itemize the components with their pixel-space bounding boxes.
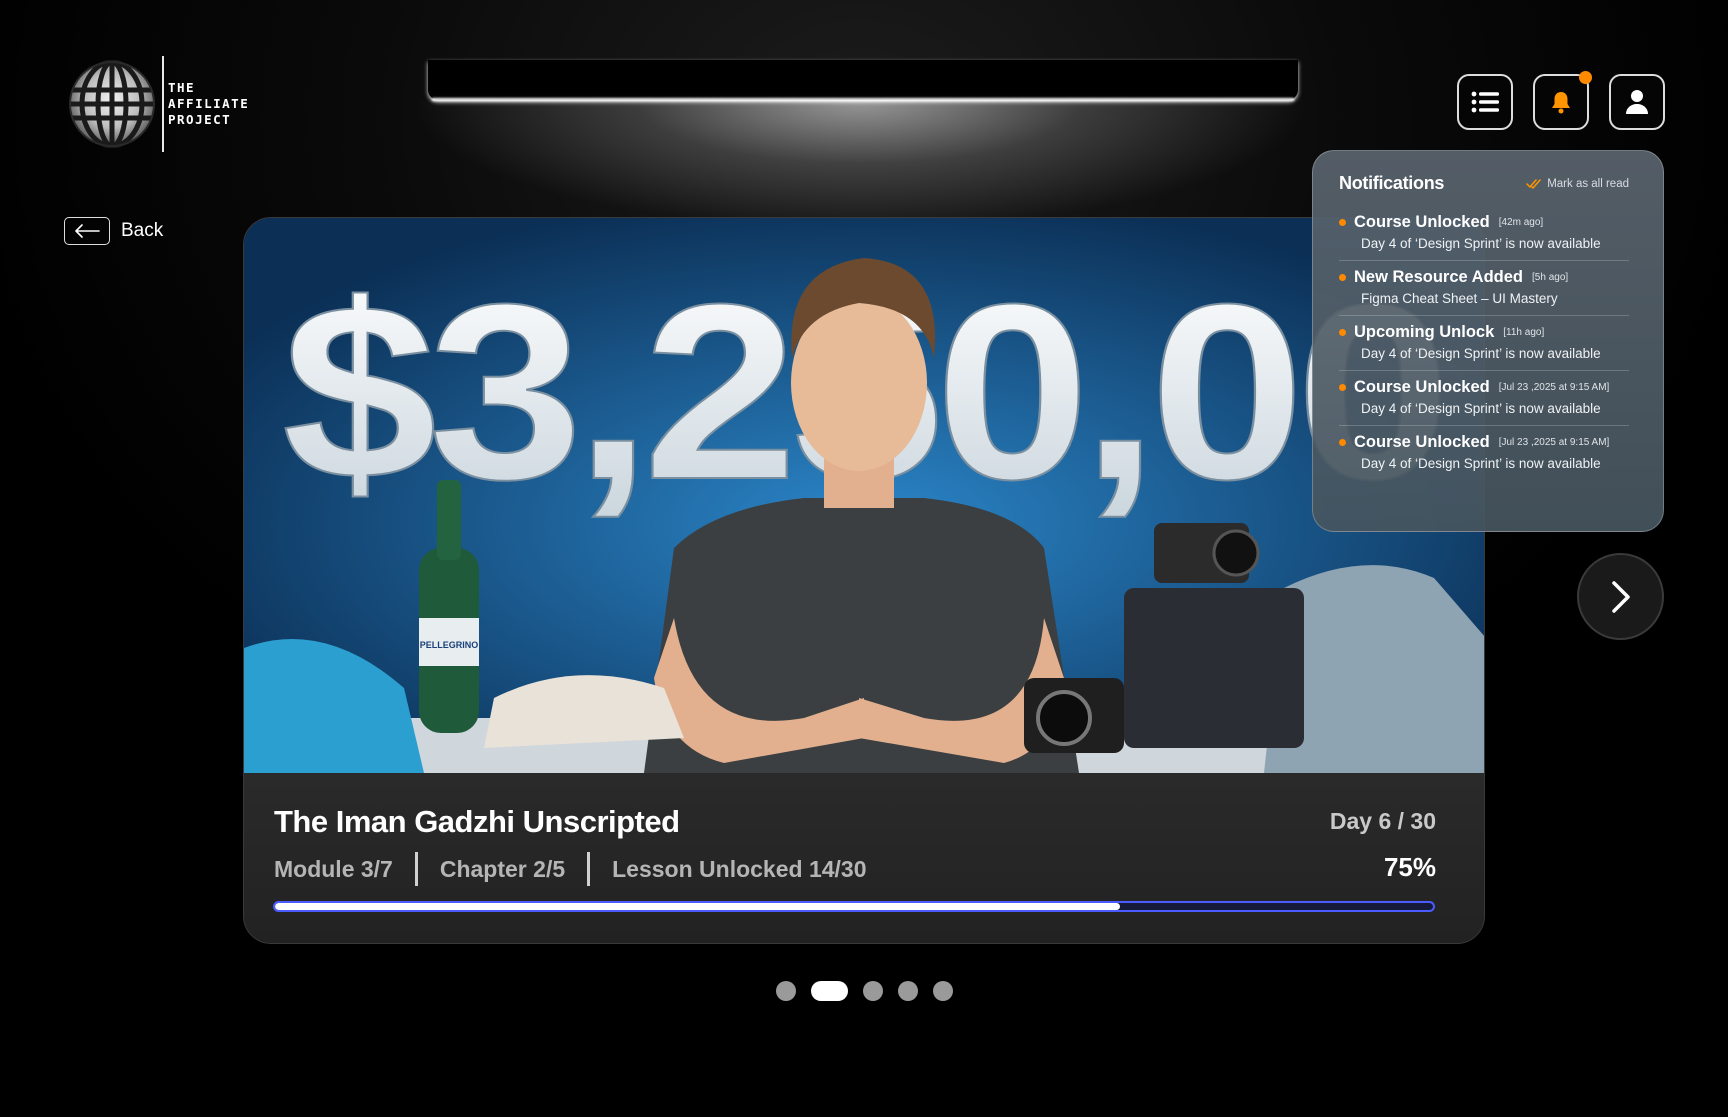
progress-bar	[273, 901, 1435, 912]
notifications-button[interactable]	[1533, 71, 1592, 130]
notification-title: Course Unlocked	[1354, 433, 1490, 451]
carousel-dot[interactable]	[863, 981, 883, 1001]
logo-divider	[162, 56, 164, 152]
unread-dot	[1339, 274, 1346, 281]
notification-title: Upcoming Unlock	[1354, 323, 1495, 341]
double-check-icon	[1526, 178, 1541, 189]
notification-title: New Resource Added	[1354, 268, 1524, 286]
brand-logo[interactable]: THE AFFILIATE PROJECT	[68, 56, 249, 152]
meta-divider	[587, 852, 591, 886]
brand-wordmark: THE AFFILIATE PROJECT	[168, 80, 249, 128]
course-meta: Module 3/7 Chapter 2/5 Lesson Unlocked 1…	[274, 852, 867, 886]
notification-item[interactable]: Course Unlocked [Jul 23 ,2025 at 9:15 AM]…	[1339, 371, 1629, 426]
meta-divider	[414, 852, 418, 886]
notification-item[interactable]: Course Unlocked [Jul 23 ,2025 at 9:15 AM]…	[1339, 426, 1629, 480]
brand-line-1: THE	[168, 80, 196, 95]
carousel-pagination	[776, 981, 968, 1001]
notification-item[interactable]: New Resource Added [5h ago] Figma Cheat S…	[1339, 261, 1629, 316]
notification-time: [5h ago]	[1532, 272, 1569, 283]
notification-time: [11h ago]	[1503, 327, 1545, 338]
unread-badge	[1579, 71, 1592, 84]
user-icon	[1626, 90, 1648, 114]
chapter-label: Chapter 2/5	[439, 855, 566, 882]
unread-dot	[1339, 384, 1346, 391]
notification-time: [42m ago]	[1498, 217, 1544, 228]
thumbnail-scene: $3,250,00 PELLEGRINO	[244, 218, 1484, 773]
notifications-panel: Notifications Mark as all read Course Un…	[1312, 150, 1664, 532]
carousel-dot[interactable]	[776, 981, 796, 1001]
mark-all-read-label: Mark as all read	[1547, 177, 1629, 190]
brand-line-3: PROJECT	[168, 112, 232, 127]
unread-dot	[1339, 219, 1346, 226]
brand-line-2: AFFILIATE	[168, 96, 250, 111]
bottle-label: PELLEGRINO	[420, 640, 479, 650]
course-info: The Iman Gadzhi Unscripted Day 6 / 30 Mo…	[244, 773, 1484, 943]
module-label: Module 3/7	[274, 855, 393, 882]
carousel-dot[interactable]	[811, 981, 848, 1001]
unread-dot	[1339, 329, 1346, 336]
unread-dot	[1339, 439, 1346, 446]
globe-icon	[69, 60, 155, 148]
notification-desc: Day 4 of ‘Design Sprint’ is now availabl…	[1361, 236, 1601, 251]
course-title[interactable]: The Iman Gadzhi Unscripted	[274, 804, 680, 840]
chevron-right-icon	[1611, 580, 1630, 613]
carousel-dot[interactable]	[898, 981, 918, 1001]
notification-item[interactable]: Course Unlocked [42m ago] Day 4 of ‘Desig…	[1339, 206, 1629, 261]
back-button[interactable]: Back	[64, 217, 163, 245]
list-icon	[1471, 91, 1499, 113]
notification-desc: Day 4 of ‘Design Sprint’ is now availabl…	[1361, 401, 1601, 416]
profile-button[interactable]	[1609, 74, 1665, 130]
progress-percent: 75%	[1383, 852, 1436, 882]
notifications-header: Notifications Mark as all read	[1339, 173, 1629, 194]
bell-icon	[1552, 92, 1570, 114]
notification-desc: Day 4 of ‘Design Sprint’ is now availabl…	[1361, 456, 1601, 471]
notification-time: [Jul 23 ,2025 at 9:15 AM]	[1498, 437, 1610, 448]
spotlight-fixture	[428, 60, 1298, 100]
notification-desc: Day 4 of ‘Design Sprint’ is now availabl…	[1361, 346, 1601, 361]
course-thumbnail[interactable]: $3,250,00 PELLEGRINO	[244, 218, 1484, 773]
mark-all-read-button[interactable]: Mark as all read	[1526, 178, 1629, 190]
notification-title: Course Unlocked	[1354, 213, 1490, 231]
notifications-title: Notifications	[1339, 173, 1445, 193]
menu-button[interactable]	[1457, 74, 1513, 130]
notification-title: Course Unlocked	[1354, 378, 1490, 396]
course-day-counter: Day 6 / 30	[1329, 808, 1436, 834]
spotlight-edge	[432, 98, 1294, 101]
next-slide-button[interactable]	[1577, 553, 1664, 640]
arrow-left-icon	[75, 224, 100, 238]
notification-item[interactable]: Upcoming Unlock [11h ago] Day 4 of ‘Desig…	[1339, 316, 1629, 371]
course-card[interactable]: $3,250,00 PELLEGRINO	[243, 217, 1485, 944]
lesson-label: Lesson Unlocked 14/30	[612, 855, 867, 882]
carousel-dot[interactable]	[933, 981, 953, 1001]
notification-time: [Jul 23 ,2025 at 9:15 AM]	[1498, 382, 1610, 393]
progress-bar-fill	[275, 903, 1121, 910]
back-arrow-box[interactable]	[64, 217, 110, 245]
notification-desc: Figma Cheat Sheet – UI Mastery	[1361, 291, 1558, 306]
back-label: Back	[121, 220, 164, 241]
